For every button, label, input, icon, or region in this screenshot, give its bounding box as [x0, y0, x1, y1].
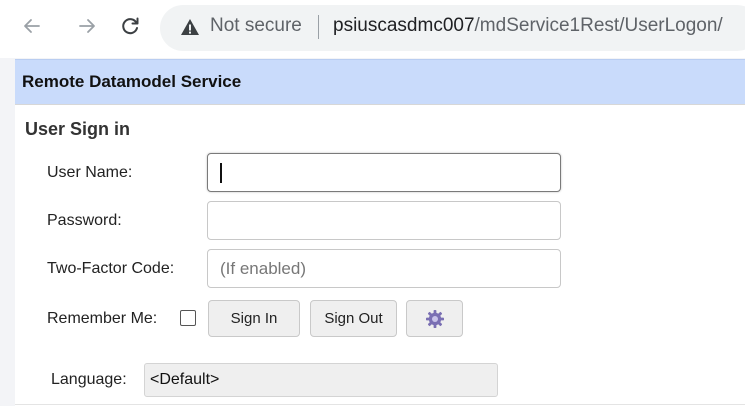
remember-me-checkbox[interactable] — [180, 310, 196, 326]
language-selected-value: <Default> — [150, 371, 220, 388]
back-button[interactable] — [20, 14, 44, 38]
reload-button[interactable] — [118, 14, 142, 38]
reload-icon — [122, 17, 139, 35]
settings-button[interactable] — [406, 300, 463, 337]
text-caret — [220, 163, 222, 183]
twofactor-input[interactable]: (If enabled) — [207, 249, 561, 288]
remember-me-label: Remember Me: — [47, 310, 158, 327]
security-label[interactable]: Not secure — [210, 15, 302, 37]
forward-button[interactable] — [75, 14, 99, 38]
page-content: Remote Datamodel Service User Sign in Us… — [15, 59, 745, 406]
url-text[interactable]: psiuscasdmc007/mdService1Rest/UserLogon/ — [333, 15, 723, 37]
address-separator — [318, 15, 319, 39]
screen: Not secure psiuscasdmc007/mdService1Rest… — [0, 0, 745, 406]
language-select[interactable]: <Default> — [144, 363, 498, 397]
gear-icon — [425, 309, 444, 328]
forward-arrow-icon — [79, 19, 95, 33]
url-path: /mdService1Rest/UserLogon/ — [474, 15, 723, 36]
url-host: psiuscasdmc007 — [333, 15, 475, 36]
password-label: Password: — [47, 212, 122, 229]
username-input[interactable] — [207, 153, 561, 192]
browser-toolbar: Not secure psiuscasdmc007/mdService1Rest… — [0, 0, 745, 58]
page-title: Remote Datamodel Service — [22, 72, 242, 91]
sign-out-button[interactable]: Sign Out — [310, 300, 397, 337]
back-arrow-icon — [24, 19, 40, 33]
twofactor-placeholder: (If enabled) — [220, 259, 306, 278]
bottom-divider — [15, 404, 745, 405]
section-title: User Sign in — [25, 119, 131, 139]
sign-in-button[interactable]: Sign In — [208, 300, 300, 337]
username-label: User Name: — [47, 164, 133, 181]
language-label: Language: — [51, 371, 127, 388]
password-input[interactable] — [207, 201, 561, 240]
twofactor-label: Two-Factor Code: — [47, 260, 175, 277]
service-title-bar: Remote Datamodel Service — [15, 59, 745, 105]
warning-icon[interactable] — [180, 17, 200, 37]
